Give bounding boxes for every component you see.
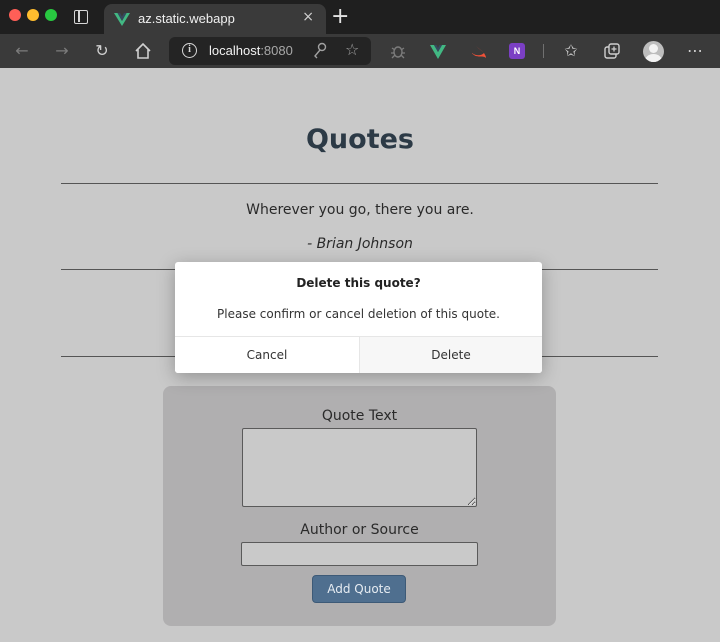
tab-actions-icon[interactable] xyxy=(74,10,88,24)
quote-author: - Brian Johnson xyxy=(307,236,413,252)
browser-toolbar: ← → ↻ i localhost:8080 ☆ N ✩ ⋯ xyxy=(0,34,720,68)
confirm-delete-dialog: Delete this quote? Please confirm or can… xyxy=(175,262,542,373)
forward-icon[interactable]: → xyxy=(52,40,72,62)
tab-close-icon[interactable]: × xyxy=(302,9,314,25)
dialog-message: Please confirm or cancel deletion of thi… xyxy=(217,307,500,321)
back-icon[interactable]: ← xyxy=(12,40,32,62)
extension-onenote-icon[interactable]: N xyxy=(509,43,525,59)
add-quote-form: Quote Text Author or Source Add Quote xyxy=(163,386,556,626)
window-close-button[interactable] xyxy=(9,9,21,21)
collections-icon[interactable] xyxy=(602,40,622,62)
extension-vue-icon[interactable] xyxy=(429,40,447,62)
url-text[interactable]: localhost:8080 xyxy=(209,43,293,58)
extension-swift-icon[interactable] xyxy=(470,40,488,62)
toolbar-separator xyxy=(543,44,544,58)
new-tab-icon[interactable]: + xyxy=(331,4,349,30)
favorites-icon[interactable]: ✩ xyxy=(561,40,581,62)
divider xyxy=(61,183,658,184)
window-minimize-button[interactable] xyxy=(27,9,39,21)
author-label: Author or Source xyxy=(300,522,419,538)
vue-favicon-icon xyxy=(114,13,130,26)
quote-text-input[interactable] xyxy=(242,428,477,507)
info-icon[interactable]: i xyxy=(182,43,197,58)
add-favorite-icon[interactable]: ☆ xyxy=(345,40,359,59)
author-input[interactable] xyxy=(241,542,478,566)
quote-text: Wherever you go, there you are. xyxy=(246,202,474,218)
more-icon[interactable]: ⋯ xyxy=(685,40,705,62)
window-maximize-button[interactable] xyxy=(45,9,57,21)
delete-button[interactable]: Delete xyxy=(359,337,542,373)
add-quote-button[interactable]: Add Quote xyxy=(312,575,406,603)
cancel-button[interactable]: Cancel xyxy=(175,337,359,373)
extension-bug-icon[interactable] xyxy=(389,40,407,62)
dialog-title: Delete this quote? xyxy=(296,276,421,290)
tab-title: az.static.webapp xyxy=(138,11,235,26)
page-title: Quotes xyxy=(305,124,414,155)
browser-tab[interactable]: az.static.webapp × xyxy=(104,4,326,34)
url-host: localhost xyxy=(209,43,261,58)
quote-text-label: Quote Text xyxy=(321,408,398,424)
browser-titlebar: az.static.webapp × + xyxy=(0,0,720,34)
address-bar[interactable]: i localhost:8080 ☆ xyxy=(169,37,371,65)
home-icon[interactable] xyxy=(133,40,153,62)
profile-icon[interactable] xyxy=(643,41,664,62)
reload-icon[interactable]: ↻ xyxy=(92,40,112,62)
url-port: :8080 xyxy=(260,43,293,58)
key-icon[interactable] xyxy=(313,42,327,60)
